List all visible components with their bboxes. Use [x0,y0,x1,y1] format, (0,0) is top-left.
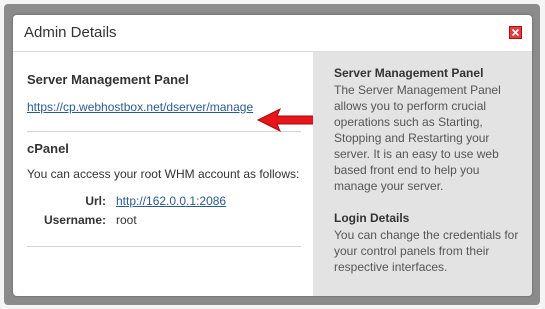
details-panel: Server Management Panel https://cp.webho… [13,52,320,296]
username-value: root [116,213,137,227]
whm-url-link[interactable]: http://162.0.0.1:2086 [116,194,226,208]
dialog-titlebar: Admin Details [13,15,532,52]
url-label: Url: [85,194,106,208]
cpanel-heading: cPanel [27,141,69,156]
server-management-heading: Server Management Panel [27,72,189,87]
server-management-link[interactable]: https://cp.webhostbox.net/dserver/manage [27,100,253,114]
admin-details-dialog: Admin Details Server Management Panel ht… [13,15,532,296]
username-label: Username: [43,213,106,227]
section-divider [27,246,301,247]
help-login-heading: Login Details [334,211,410,225]
help-sidebar: Server Management Panel The Server Manag… [313,52,532,296]
dialog-body: Server Management Panel https://cp.webho… [13,52,532,296]
help-server-heading: Server Management Panel [334,66,484,80]
dialog-title: Admin Details [24,24,117,41]
close-button[interactable] [509,26,522,39]
help-server-description: The Server Management Panel allows you t… [334,83,501,193]
help-login-description: You can change the credentials for your … [334,228,519,274]
cpanel-intro-text: You can access your root WHM account as … [27,167,300,181]
close-icon [511,28,520,37]
